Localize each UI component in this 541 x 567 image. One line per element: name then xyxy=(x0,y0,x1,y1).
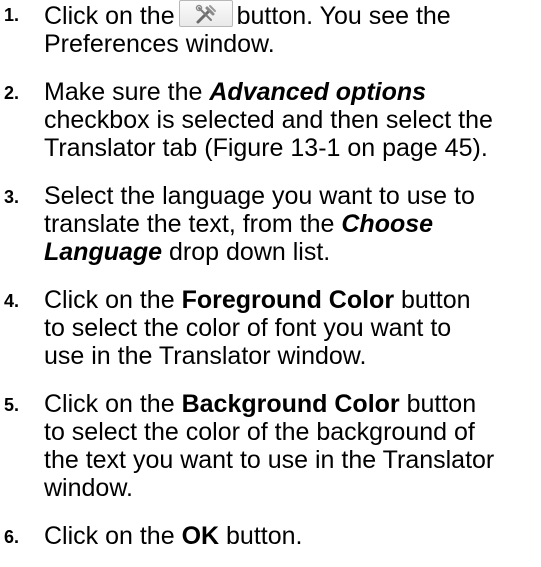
step-3: 3. Select the language you want to use t… xyxy=(0,182,497,266)
ok-label: OK xyxy=(181,522,220,550)
step-text-pre: Click on the xyxy=(44,522,175,550)
instruction-document: 1. Click on the button. You see the Prefe… xyxy=(0,0,541,567)
step-number: 6. xyxy=(4,527,20,547)
step-text-post: drop down list. xyxy=(169,238,331,266)
step-6: 6. Click on the OK button. xyxy=(0,522,497,550)
foreground-color-label: Foreground Color xyxy=(181,286,395,314)
step-text-pre: Make sure the xyxy=(44,78,203,106)
advanced-options-label: Advanced options xyxy=(209,78,427,106)
preferences-button[interactable] xyxy=(178,0,233,27)
step-number: 4. xyxy=(4,291,20,311)
step-number: 3. xyxy=(4,187,20,207)
step-text-pre: Click on the xyxy=(44,286,175,314)
step-number: 5. xyxy=(4,395,20,415)
step-number: 1. xyxy=(4,5,20,25)
step-text-pre: Click on the xyxy=(44,2,175,30)
background-color-label: Background Color xyxy=(181,390,400,418)
step-text-pre: Click on the xyxy=(44,390,175,418)
step-2: 2. Make sure the Advanced options checkb… xyxy=(0,78,497,162)
step-text-post: checkbox is selected and then select the… xyxy=(44,106,493,162)
step-4: 4. Click on the Foreground Color button … xyxy=(0,286,497,370)
step-text-post: button. xyxy=(226,522,303,550)
step-1: 1. Click on the button. You see the Prefe… xyxy=(0,0,497,58)
step-5: 5. Click on the Background Color button … xyxy=(0,390,497,502)
steps-list: 1. Click on the button. You see the Prefe… xyxy=(0,0,541,550)
step-number: 2. xyxy=(4,83,20,103)
